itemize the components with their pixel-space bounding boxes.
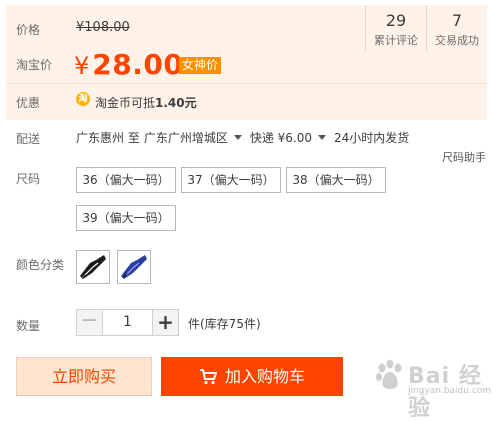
baidu-paw-icon (376, 359, 402, 389)
taobao-coin-icon: 淘 (76, 92, 90, 106)
price-label: 价格 (16, 23, 41, 37)
add-to-cart-button[interactable]: 加入购物车 (161, 357, 343, 396)
sales-stats: 29 累计评论 7 交易成功 (365, 5, 487, 52)
stat-reviews[interactable]: 29 累计评论 (365, 5, 426, 52)
divider (6, 83, 487, 84)
promo-badge: 女神价 (179, 57, 222, 74)
cart-icon (199, 368, 217, 384)
promo-price-label: 淘宝价 (16, 58, 53, 72)
size-option-36[interactable]: 36（偏大一码） (76, 167, 176, 193)
shipping-info: 广东惠州 至 广东广州增城区 快递 ¥6.00 24小时内发货 (76, 129, 413, 146)
color-option-black[interactable] (76, 250, 110, 284)
color-option-blue[interactable] (117, 250, 151, 284)
quantity-decrease-button[interactable]: − (76, 309, 103, 336)
stat-transactions-label: 交易成功 (435, 34, 479, 47)
add-to-cart-label: 加入购物车 (224, 367, 305, 386)
quantity-input[interactable]: 1 (102, 309, 153, 336)
original-price: ¥108.00 (76, 20, 130, 35)
size-label: 尺码 (16, 172, 41, 186)
chevron-down-icon[interactable] (233, 135, 242, 140)
color-label: 颜色分类 (16, 258, 65, 272)
current-price: ¥ 28.00 (74, 48, 183, 81)
coin-discount: 淘金币可抵1.40元 (95, 94, 197, 111)
quantity-label: 数量 (16, 319, 41, 333)
stat-transactions-value: 7 (451, 11, 463, 30)
size-option-37[interactable]: 37（偏大一码） (181, 167, 281, 193)
coin-discount-text: 淘金币可抵 (95, 96, 156, 110)
stat-reviews-value: 29 (385, 11, 407, 30)
size-helper-link[interactable]: 尺码助手 (442, 149, 486, 165)
quantity-increase-button[interactable]: + (152, 309, 179, 336)
stock-text: 件(库存75件) (188, 317, 261, 331)
buy-now-button[interactable]: 立即购买 (16, 357, 152, 396)
ship-destination-select[interactable]: 广东广州增城区 (144, 129, 228, 146)
ship-time: 24小时内发货 (334, 131, 410, 145)
baidu-watermark: Bai 经验 jingyan.baidu.com (370, 355, 492, 421)
black-shoe-icon (80, 255, 106, 279)
blue-shoe-icon (121, 255, 147, 279)
watermark-url: jingyan.baidu.com (408, 386, 492, 396)
ship-method-select[interactable]: 快递 ¥6.00 (250, 129, 312, 146)
size-option-38[interactable]: 38（偏大一码） (286, 167, 386, 193)
chevron-down-icon[interactable] (318, 135, 327, 140)
coin-discount-amount: 1.40元 (155, 96, 197, 110)
current-price-amount: 28.00 (92, 48, 184, 81)
currency-symbol: ¥ (74, 52, 90, 80)
price-panel: 价格 ¥108.00 淘宝价 ¥ 28.00 女神价 29 累计评论 7 交易成… (6, 5, 487, 120)
ship-from: 广东惠州 至 (76, 131, 140, 145)
stat-reviews-label: 累计评论 (374, 34, 418, 47)
size-option-39[interactable]: 39（偏大一码） (76, 205, 176, 231)
shipping-label: 配送 (16, 132, 41, 146)
discount-label: 优惠 (16, 96, 41, 110)
stat-transactions: 7 交易成功 (426, 5, 487, 52)
